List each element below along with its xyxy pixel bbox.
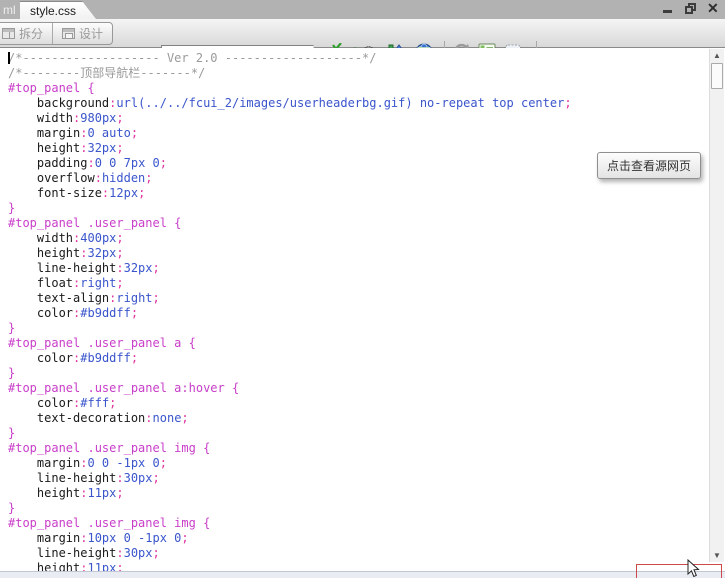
code-line: height:11px; xyxy=(8,486,710,501)
tab-html-partial[interactable]: ml xyxy=(3,3,16,17)
code-line: } xyxy=(8,201,710,216)
close-icon: ✕ xyxy=(707,0,719,17)
code-line: margin:0 0 -1px 0; xyxy=(8,456,710,471)
tab-style-css[interactable]: style.css xyxy=(20,1,96,19)
code-line: /*------------------- Ver 2.0 ----------… xyxy=(8,51,710,66)
code-line: } xyxy=(8,426,710,441)
code-line: width:980px; xyxy=(8,111,710,126)
design-view-icon xyxy=(62,28,75,39)
code-line: margin:10px 0 -1px 0; xyxy=(8,531,710,546)
close-button[interactable]: ✕ xyxy=(707,2,721,16)
code-line: #top_panel .user_panel img { xyxy=(8,516,710,531)
code-line: line-height:32px; xyxy=(8,261,710,276)
restore-button[interactable] xyxy=(684,2,698,16)
split-view-button[interactable]: 拆分 xyxy=(0,23,52,44)
code-line: #top_panel .user_panel { xyxy=(8,216,710,231)
code-line: color:#b9ddff; xyxy=(8,351,710,366)
code-line: line-height:30px; xyxy=(8,546,710,561)
split-view-icon xyxy=(2,28,15,39)
code-line: width:400px; xyxy=(8,231,710,246)
code-line: margin:0 auto; xyxy=(8,126,710,141)
editor-window: ml style.css ✕ 拆分 设计 标题: xyxy=(0,0,725,578)
code-line: color:#fff; xyxy=(8,396,710,411)
code-line: line-height:30px; xyxy=(8,471,710,486)
scroll-up-icon[interactable]: ▲ xyxy=(712,51,722,60)
code-line: } xyxy=(8,501,710,516)
design-view-button[interactable]: 设计 xyxy=(52,23,112,44)
code-line: float:right; xyxy=(8,276,710,291)
status-bar xyxy=(0,571,725,578)
code-lines: /*------------------- Ver 2.0 ----------… xyxy=(0,48,710,571)
window-controls: ✕ xyxy=(661,2,721,16)
document-toolbar: 拆分 设计 标题: <> ▼ <> ▼ xyxy=(0,19,725,48)
minimize-button[interactable] xyxy=(661,2,675,16)
minimize-icon xyxy=(663,10,672,13)
code-line: } xyxy=(8,366,710,381)
code-line: /*--------顶部导航栏-------*/ xyxy=(8,66,710,81)
code-line: #top_panel { xyxy=(8,81,710,96)
text-caret xyxy=(8,52,10,64)
code-line: #top_panel .user_panel a { xyxy=(8,336,710,351)
code-line: text-align:right; xyxy=(8,291,710,306)
scroll-down-icon[interactable]: ▼ xyxy=(712,551,722,560)
code-line: #top_panel .user_panel img { xyxy=(8,441,710,456)
view-mode-buttons: 拆分 设计 xyxy=(0,22,113,45)
code-line: #top_panel .user_panel a:hover { xyxy=(8,381,710,396)
code-line: height:32px; xyxy=(8,246,710,261)
tab-bar: ml style.css ✕ xyxy=(0,0,725,19)
code-line: } xyxy=(8,321,710,336)
scrollbar-thumb[interactable] xyxy=(711,63,723,89)
code-line: height:11px; xyxy=(8,561,710,571)
tab-label: style.css xyxy=(20,2,96,18)
code-line: background:url(../../fcui_2/images/userh… xyxy=(8,96,710,111)
code-line: text-decoration:none; xyxy=(8,411,710,426)
code-line: font-size:12px; xyxy=(8,186,710,201)
vertical-scrollbar[interactable]: ▲ ▼ xyxy=(709,49,724,562)
code-line: color:#b9ddff; xyxy=(8,306,710,321)
code-editor[interactable]: /*------------------- Ver 2.0 ----------… xyxy=(0,48,710,571)
view-source-button[interactable]: 点击查看源网页 xyxy=(597,152,701,179)
